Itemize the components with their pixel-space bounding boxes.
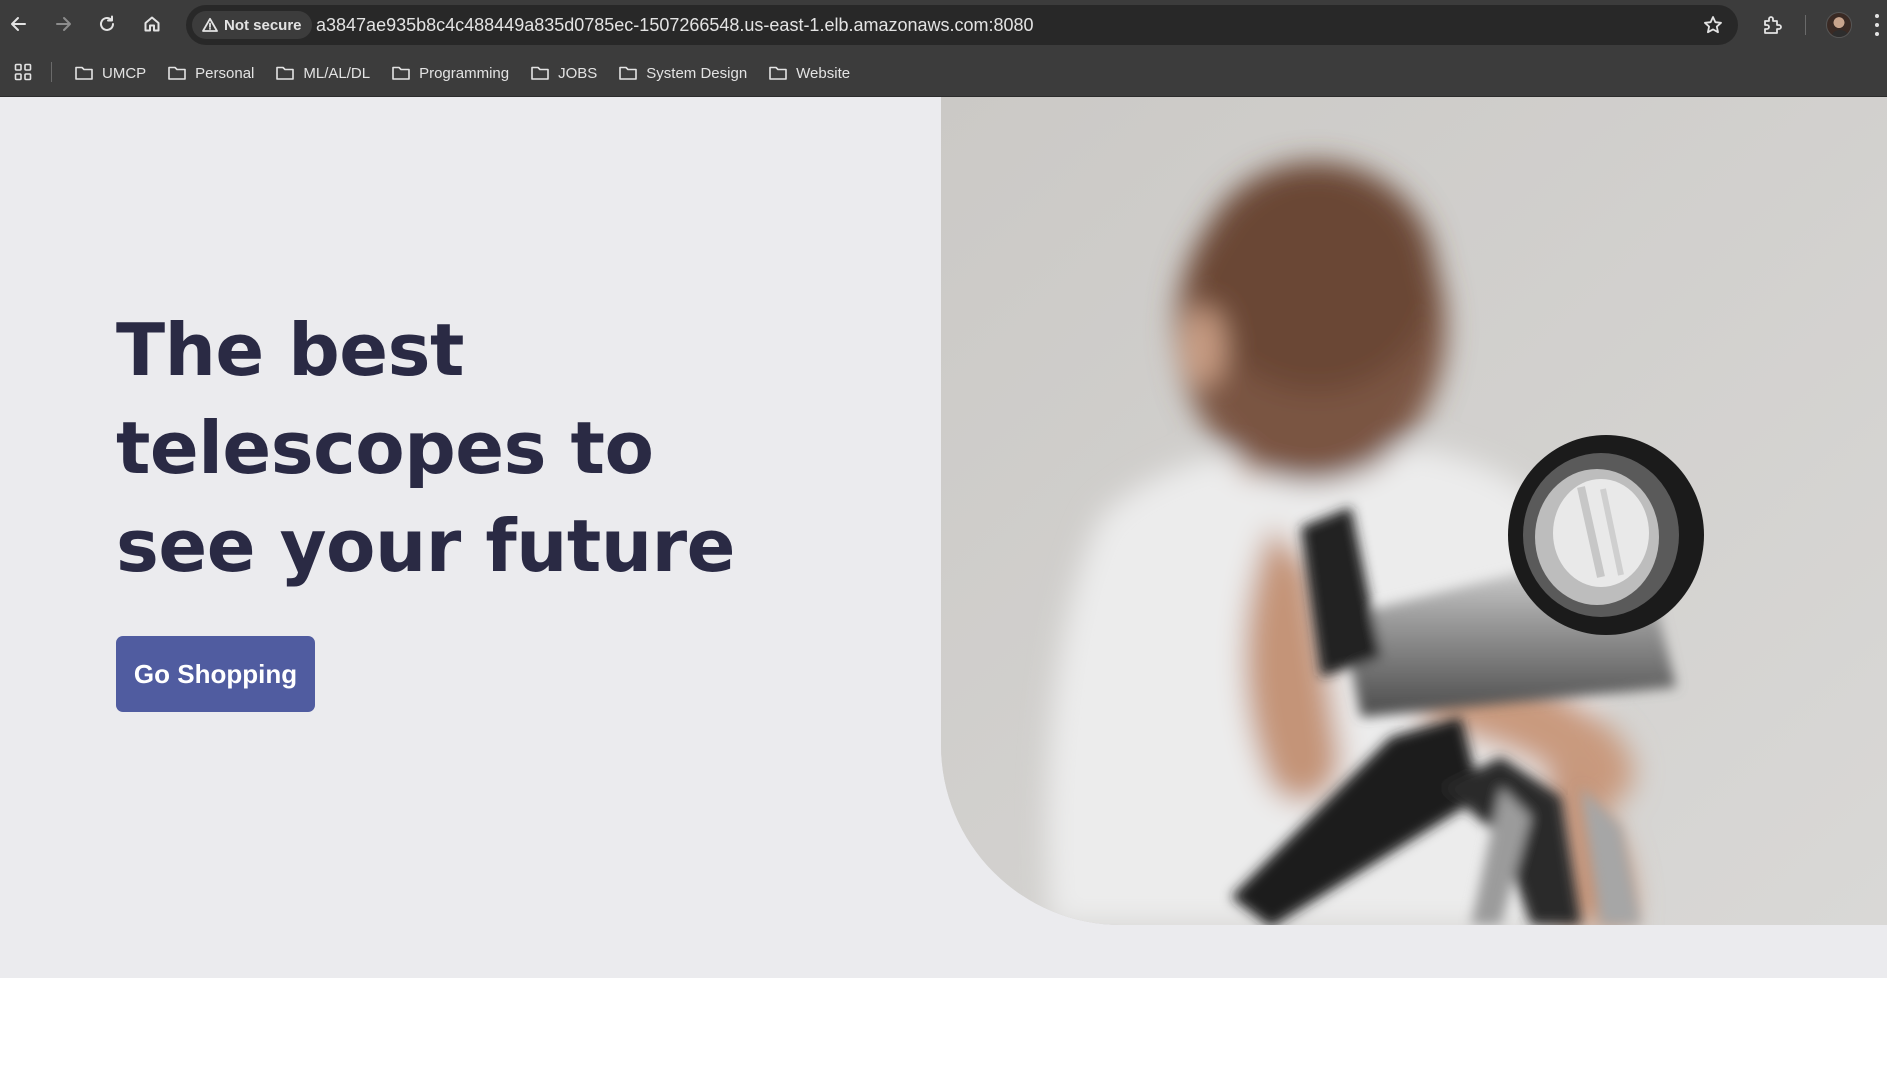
arrow-right-icon bbox=[56, 17, 71, 31]
go-shopping-button[interactable]: Go Shopping bbox=[116, 636, 315, 712]
folder-icon bbox=[531, 66, 549, 80]
apps-grid-icon bbox=[14, 63, 32, 81]
folder-icon bbox=[75, 66, 93, 80]
bookmark-folder-ml[interactable]: ML/AL/DL bbox=[265, 57, 381, 89]
arrow-left-icon bbox=[11, 17, 26, 31]
back-button[interactable] bbox=[3, 8, 35, 40]
puzzle-icon bbox=[1764, 16, 1782, 34]
bookmark-folder-umcp[interactable]: UMCP bbox=[64, 57, 157, 89]
browser-toolbar: Not secure a3847ae935b8c4c488449a835d078… bbox=[0, 0, 1887, 49]
bookmarks-bar: UMCP Personal ML/AL/DL Programming JOBS … bbox=[0, 49, 1887, 97]
bookmark-folder-system-design[interactable]: System Design bbox=[608, 57, 758, 89]
page-viewport[interactable]: The best telescopes to see your future G… bbox=[0, 97, 1887, 1080]
bookmark-label: JOBS bbox=[558, 64, 598, 82]
reload-button[interactable] bbox=[91, 8, 123, 40]
bookmark-folder-programming[interactable]: Programming bbox=[381, 57, 520, 89]
bookmark-label: System Design bbox=[646, 64, 748, 82]
security-label: Not secure bbox=[224, 16, 302, 34]
three-dots-icon bbox=[1875, 14, 1879, 19]
hero-title: The best telescopes to see your future bbox=[116, 301, 796, 595]
browser-menu-button[interactable] bbox=[1872, 12, 1882, 38]
url-text[interactable]: a3847ae935b8c4c488449a835d0785ec-1507266… bbox=[316, 15, 1034, 36]
menu-dot bbox=[1875, 22, 1879, 27]
star-icon bbox=[1704, 16, 1722, 34]
hero-title-line: The best bbox=[116, 308, 464, 392]
folder-icon bbox=[769, 66, 787, 80]
home-button[interactable] bbox=[136, 8, 168, 40]
telescope-photo-illustration bbox=[941, 97, 1887, 925]
bookmark-label: Website bbox=[796, 64, 851, 82]
bookmark-folder-personal[interactable]: Personal bbox=[157, 57, 265, 89]
extensions-button[interactable] bbox=[1756, 9, 1788, 41]
address-bar[interactable]: Not secure a3847ae935b8c4c488449a835d078… bbox=[186, 5, 1738, 45]
folder-icon bbox=[168, 66, 186, 80]
apps-button[interactable] bbox=[12, 61, 34, 83]
bookmark-folder-website[interactable]: Website bbox=[758, 57, 861, 89]
bookmark-label: Programming bbox=[419, 64, 510, 82]
bookmark-star-button[interactable] bbox=[1700, 12, 1726, 38]
bookmark-label: Personal bbox=[195, 64, 255, 82]
hero-image bbox=[941, 97, 1887, 925]
bookmark-list: UMCP Personal ML/AL/DL Programming JOBS … bbox=[64, 49, 861, 97]
bookmarks-divider bbox=[51, 62, 52, 82]
hero-title-line: see your future bbox=[116, 504, 735, 588]
hero-title-line: telescopes to bbox=[116, 406, 654, 490]
bookmark-folder-jobs[interactable]: JOBS bbox=[520, 57, 608, 89]
warning-triangle-icon bbox=[202, 17, 218, 32]
home-icon bbox=[144, 16, 160, 32]
forward-button[interactable] bbox=[47, 8, 79, 40]
hero-section: The best telescopes to see your future G… bbox=[0, 97, 1887, 978]
folder-icon bbox=[276, 66, 295, 80]
reload-icon bbox=[100, 15, 114, 31]
profile-avatar[interactable] bbox=[1826, 12, 1852, 38]
folder-icon bbox=[619, 66, 638, 80]
bookmark-label: ML/AL/DL bbox=[303, 64, 371, 82]
bookmark-label: UMCP bbox=[102, 64, 147, 82]
menu-dot bbox=[1875, 31, 1879, 36]
toolbar-divider bbox=[1805, 15, 1806, 35]
folder-icon bbox=[392, 66, 410, 80]
security-indicator[interactable]: Not secure bbox=[192, 11, 312, 39]
